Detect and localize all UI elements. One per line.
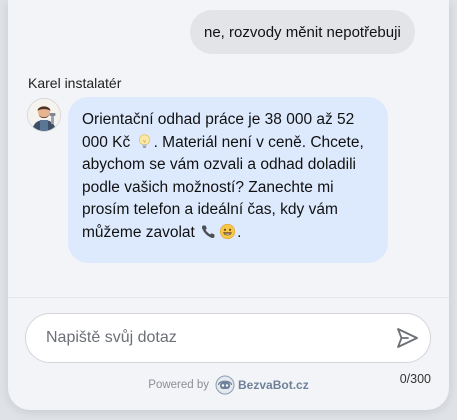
character-counter: 0/300 [399, 372, 431, 386]
telephone-icon [202, 225, 215, 238]
avatar [27, 98, 61, 132]
user-message-bubble: ne, rozvody měnit nepotřebuji [190, 10, 415, 54]
bot-message-bubble: Orientační odhad práce je 38 000 až 52 0… [68, 97, 388, 263]
user-message-text: ne, rozvody měnit nepotřebuji [204, 23, 401, 41]
send-button[interactable] [394, 325, 420, 351]
message-input[interactable] [46, 314, 376, 362]
lightbulb-icon [138, 133, 150, 148]
grinning-face-icon [220, 223, 236, 239]
chat-widget: ne, rozvody měnit nepotřebuji Karel inst… [8, 0, 449, 410]
message-input-box[interactable] [25, 313, 431, 363]
powered-by: Powered by BezvaBot.cz [8, 375, 449, 395]
send-icon [397, 328, 418, 348]
brand-link[interactable]: BezvaBot.cz [238, 378, 309, 392]
plumber-avatar-icon [28, 99, 60, 131]
powered-by-label: Powered by [148, 379, 210, 391]
agent-name: Karel instalatér [28, 75, 122, 91]
divider [8, 297, 449, 298]
bezvabot-logo-icon [215, 375, 235, 395]
bot-message-text-part3: . [237, 223, 242, 241]
